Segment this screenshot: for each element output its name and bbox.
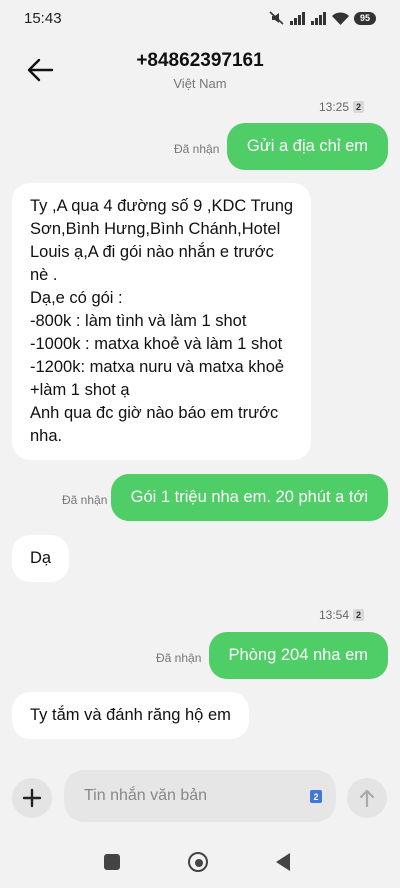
home-button[interactable]	[188, 852, 208, 872]
incoming-message[interactable]: Dạ	[12, 535, 70, 582]
incoming-message[interactable]: Ty tắm và đánh răng hộ em	[12, 692, 249, 739]
message-timestamp: 13:25 2	[319, 100, 364, 114]
sim-select-icon[interactable]: 2	[310, 790, 322, 803]
system-nav-bar	[0, 836, 400, 888]
status-bar: 15:43 95	[0, 0, 400, 36]
mute-icon	[269, 11, 285, 25]
system-back-button[interactable]	[276, 853, 290, 871]
battery-icon: 95	[354, 11, 376, 25]
message-input[interactable]: Tin nhắn văn bản 2	[64, 770, 336, 822]
status-time: 15:43	[24, 10, 62, 27]
send-button[interactable]	[347, 778, 387, 818]
sim-indicator: 2	[353, 609, 364, 621]
contact-subtitle: Việt Nam	[173, 76, 227, 91]
delivery-status: Đã nhận	[174, 142, 220, 156]
delivery-status: Đã nhận	[62, 493, 108, 507]
signal-icon	[290, 11, 306, 25]
contact-title[interactable]: +84862397161	[0, 50, 400, 72]
message-list[interactable]: 13:25 2 Đã nhận Gửi a địa chỉ em Ty ,A q…	[0, 96, 400, 746]
recents-button[interactable]	[104, 854, 120, 870]
outgoing-message[interactable]: Gửi a địa chỉ em	[226, 123, 388, 170]
plus-icon	[22, 788, 42, 808]
message-timestamp: 13:54 2	[319, 608, 364, 622]
outgoing-message[interactable]: Phòng 204 nha em	[208, 632, 388, 679]
status-icons: 95	[269, 10, 376, 26]
delivery-status: Đã nhận	[156, 651, 202, 665]
attach-button[interactable]	[12, 778, 52, 818]
wifi-icon	[332, 11, 349, 25]
conversation-screen: 15:43 95 +84862397161 Việt Nam 13:25 2 Đ…	[0, 0, 400, 888]
signal-icon	[311, 11, 327, 25]
message-input-placeholder: Tin nhắn văn bản	[84, 787, 208, 804]
outgoing-message[interactable]: Gói 1 triệu nha em. 20 phút a tới	[110, 474, 388, 521]
arrow-up-icon	[359, 789, 375, 808]
incoming-message[interactable]: Ty ,A qua 4 đường số 9 ,KDC Trung Sơn,Bì…	[12, 183, 312, 460]
sim-indicator: 2	[353, 101, 364, 113]
home-icon	[195, 859, 203, 867]
compose-bar: Tin nhắn văn bản 2	[0, 770, 400, 824]
